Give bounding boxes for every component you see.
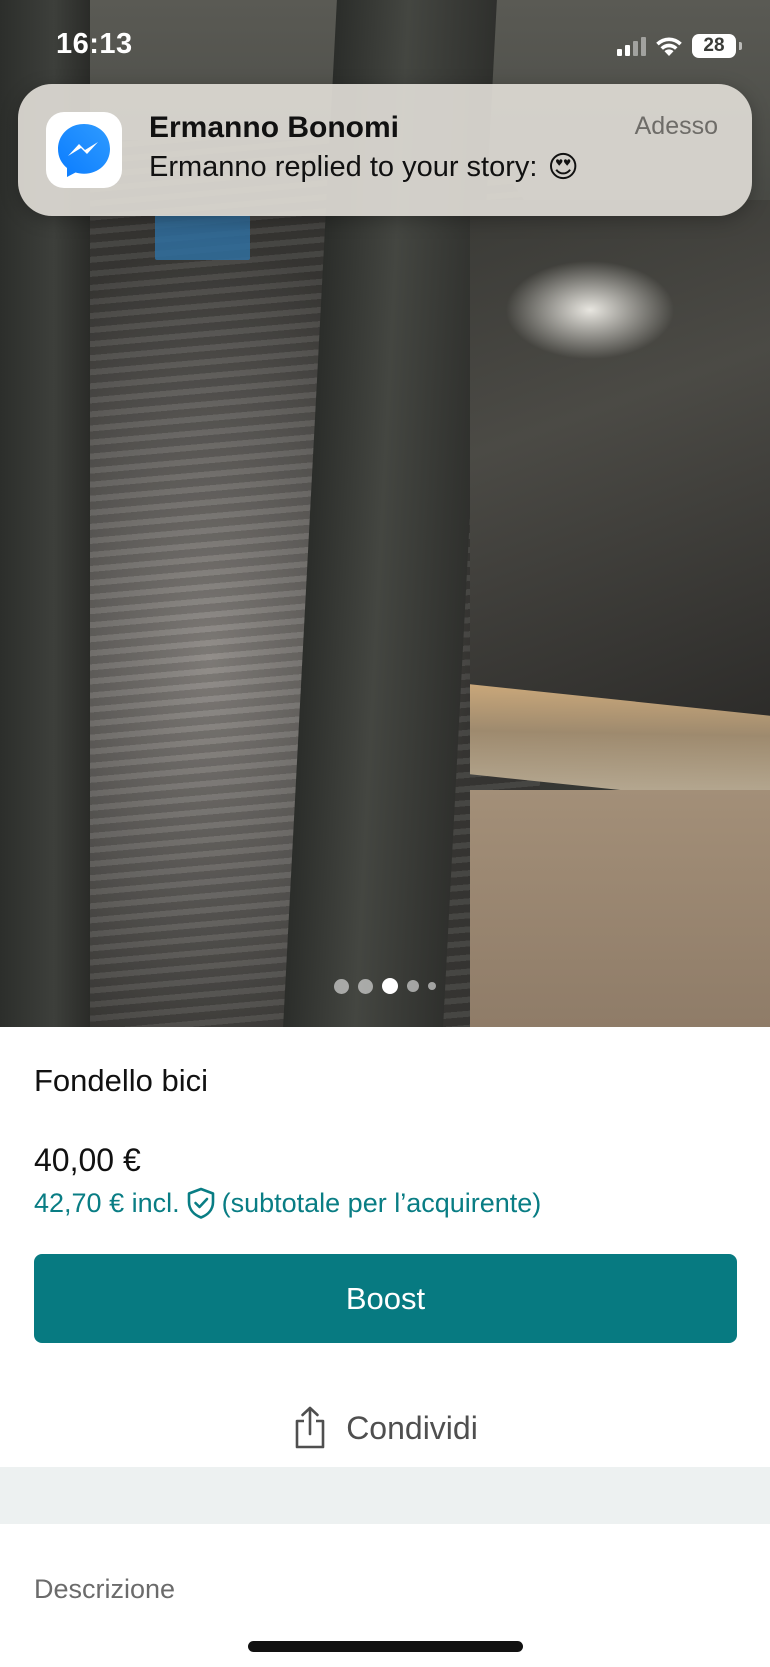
status-time: 16:13 (56, 28, 133, 60)
page-dot-4 (407, 980, 419, 992)
battery-icon: 28 (692, 34, 742, 58)
notification-sender: Ermanno Bonomi (149, 111, 400, 144)
notification-time: Adesso (634, 112, 718, 140)
share-button[interactable]: Condividi (0, 1398, 770, 1458)
boost-button[interactable]: Boost (34, 1254, 737, 1343)
buyer-protection-shield-icon (187, 1187, 214, 1219)
page-dot-5 (428, 982, 436, 990)
share-icon (295, 1406, 325, 1449)
share-label: Condividi (346, 1409, 478, 1446)
page-dot-2 (358, 978, 373, 994)
heart-eyes-emoji-icon: 😍 (547, 151, 579, 184)
photo-label-tag (155, 215, 250, 260)
status-bar: 16:13 28 (0, 0, 770, 90)
buyer-price-note: (subtotale per l’acquirente) (221, 1187, 542, 1218)
photo-mirror (470, 200, 770, 730)
page-dot-1 (334, 978, 349, 994)
listing-details: Fondello bici 40,00 € 42,70 € incl. (sub… (0, 1027, 770, 1667)
buyer-price-info[interactable]: 42,70 € incl. (subtotale per l’acquirent… (34, 1187, 541, 1219)
battery-level: 28 (703, 35, 725, 56)
photo-page-indicator[interactable] (0, 978, 770, 994)
page-dot-3-active (382, 978, 398, 994)
messenger-icon (46, 112, 122, 188)
notification-message-text: Ermanno replied to your story: (149, 151, 538, 183)
cellular-signal-icon (617, 36, 646, 56)
home-indicator[interactable] (248, 1641, 523, 1652)
notification-banner[interactable]: Ermanno Bonomi Adesso Ermanno replied to… (18, 84, 752, 216)
description-heading: Descrizione (34, 1574, 176, 1604)
wifi-icon (656, 37, 682, 56)
item-price: 40,00 € (34, 1142, 141, 1178)
item-title: Fondello bici (34, 1063, 209, 1098)
section-divider (0, 1467, 770, 1524)
status-icons: 28 (617, 34, 742, 58)
notification-message: Ermanno replied to your story: 😍 (149, 150, 579, 185)
buyer-price-amount: 42,70 € incl. (34, 1187, 180, 1218)
